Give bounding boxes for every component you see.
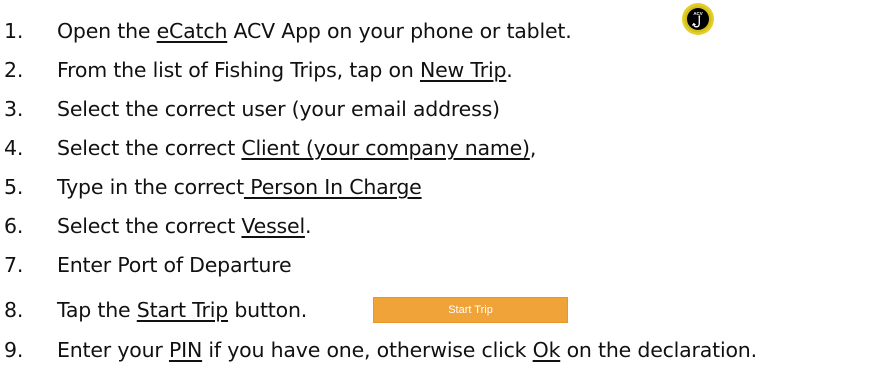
step-text: Enter your PIN if you have one, otherwis… <box>57 335 757 365</box>
step-text-part: on the declaration. <box>560 338 758 362</box>
step-text: Tap the Start Trip button. <box>57 295 307 325</box>
client-link[interactable]: Client (your company name) <box>241 136 530 160</box>
step-text-part: Open the <box>57 19 157 43</box>
app-icon-label: ACV <box>693 11 702 16</box>
step-text: Select the correct user (your email addr… <box>57 97 500 121</box>
step-text-part: Type in the correct <box>57 175 244 199</box>
pin-link[interactable]: PIN <box>169 338 202 362</box>
step-number: 5. <box>4 175 24 199</box>
step-number: 4. <box>4 136 24 160</box>
step-number: 6. <box>4 214 24 238</box>
step-text-part: ACV App on your phone or tablet. <box>227 19 572 43</box>
step-text-part: Enter your <box>57 338 169 362</box>
person-in-charge-link[interactable]: Person In Charge <box>244 175 422 199</box>
step-number: 7. <box>4 253 24 277</box>
step-number: 1. <box>4 19 24 43</box>
step-text: Enter Port of Departure <box>57 253 292 277</box>
step-text-part: . <box>304 214 312 238</box>
step-text-part: Select the correct <box>57 136 242 160</box>
start-trip-link[interactable]: Start Trip <box>137 298 228 322</box>
step-text-part: . <box>506 58 513 82</box>
step-text: Type in the correct Person In Charge <box>57 172 422 202</box>
step-text: Select the correct Vessel. <box>57 211 311 241</box>
step-text-part: button. <box>228 298 308 322</box>
ecatch-app-icon: ACV <box>681 2 715 36</box>
fishing-hook-icon: ACV <box>682 3 714 35</box>
step-text: From the list of Fishing Trips, tap on N… <box>57 55 513 85</box>
step-text-part: From the list of Fishing Trips, tap on <box>57 58 420 82</box>
step-text-part: if you have one, otherwise click <box>202 338 533 362</box>
step-text-part: Select the correct <box>57 214 242 238</box>
ecatch-link[interactable]: eCatch <box>157 19 228 43</box>
step-number: 9. <box>4 338 24 362</box>
step-number: 2. <box>4 58 24 82</box>
step-number: 3. <box>4 97 24 121</box>
step-number: 8. <box>4 298 24 322</box>
step-text-part: , <box>529 136 537 160</box>
step-text: Open the eCatch ACV App on your phone or… <box>57 16 572 46</box>
step-text: Select the correct Client (your company … <box>57 133 536 163</box>
new-trip-link[interactable]: New Trip <box>420 58 506 82</box>
step-text-part: Tap the <box>57 298 137 322</box>
ok-link[interactable]: Ok <box>533 338 561 362</box>
vessel-link[interactable]: Vessel <box>241 214 305 238</box>
start-trip-button[interactable]: Start Trip <box>373 297 568 323</box>
